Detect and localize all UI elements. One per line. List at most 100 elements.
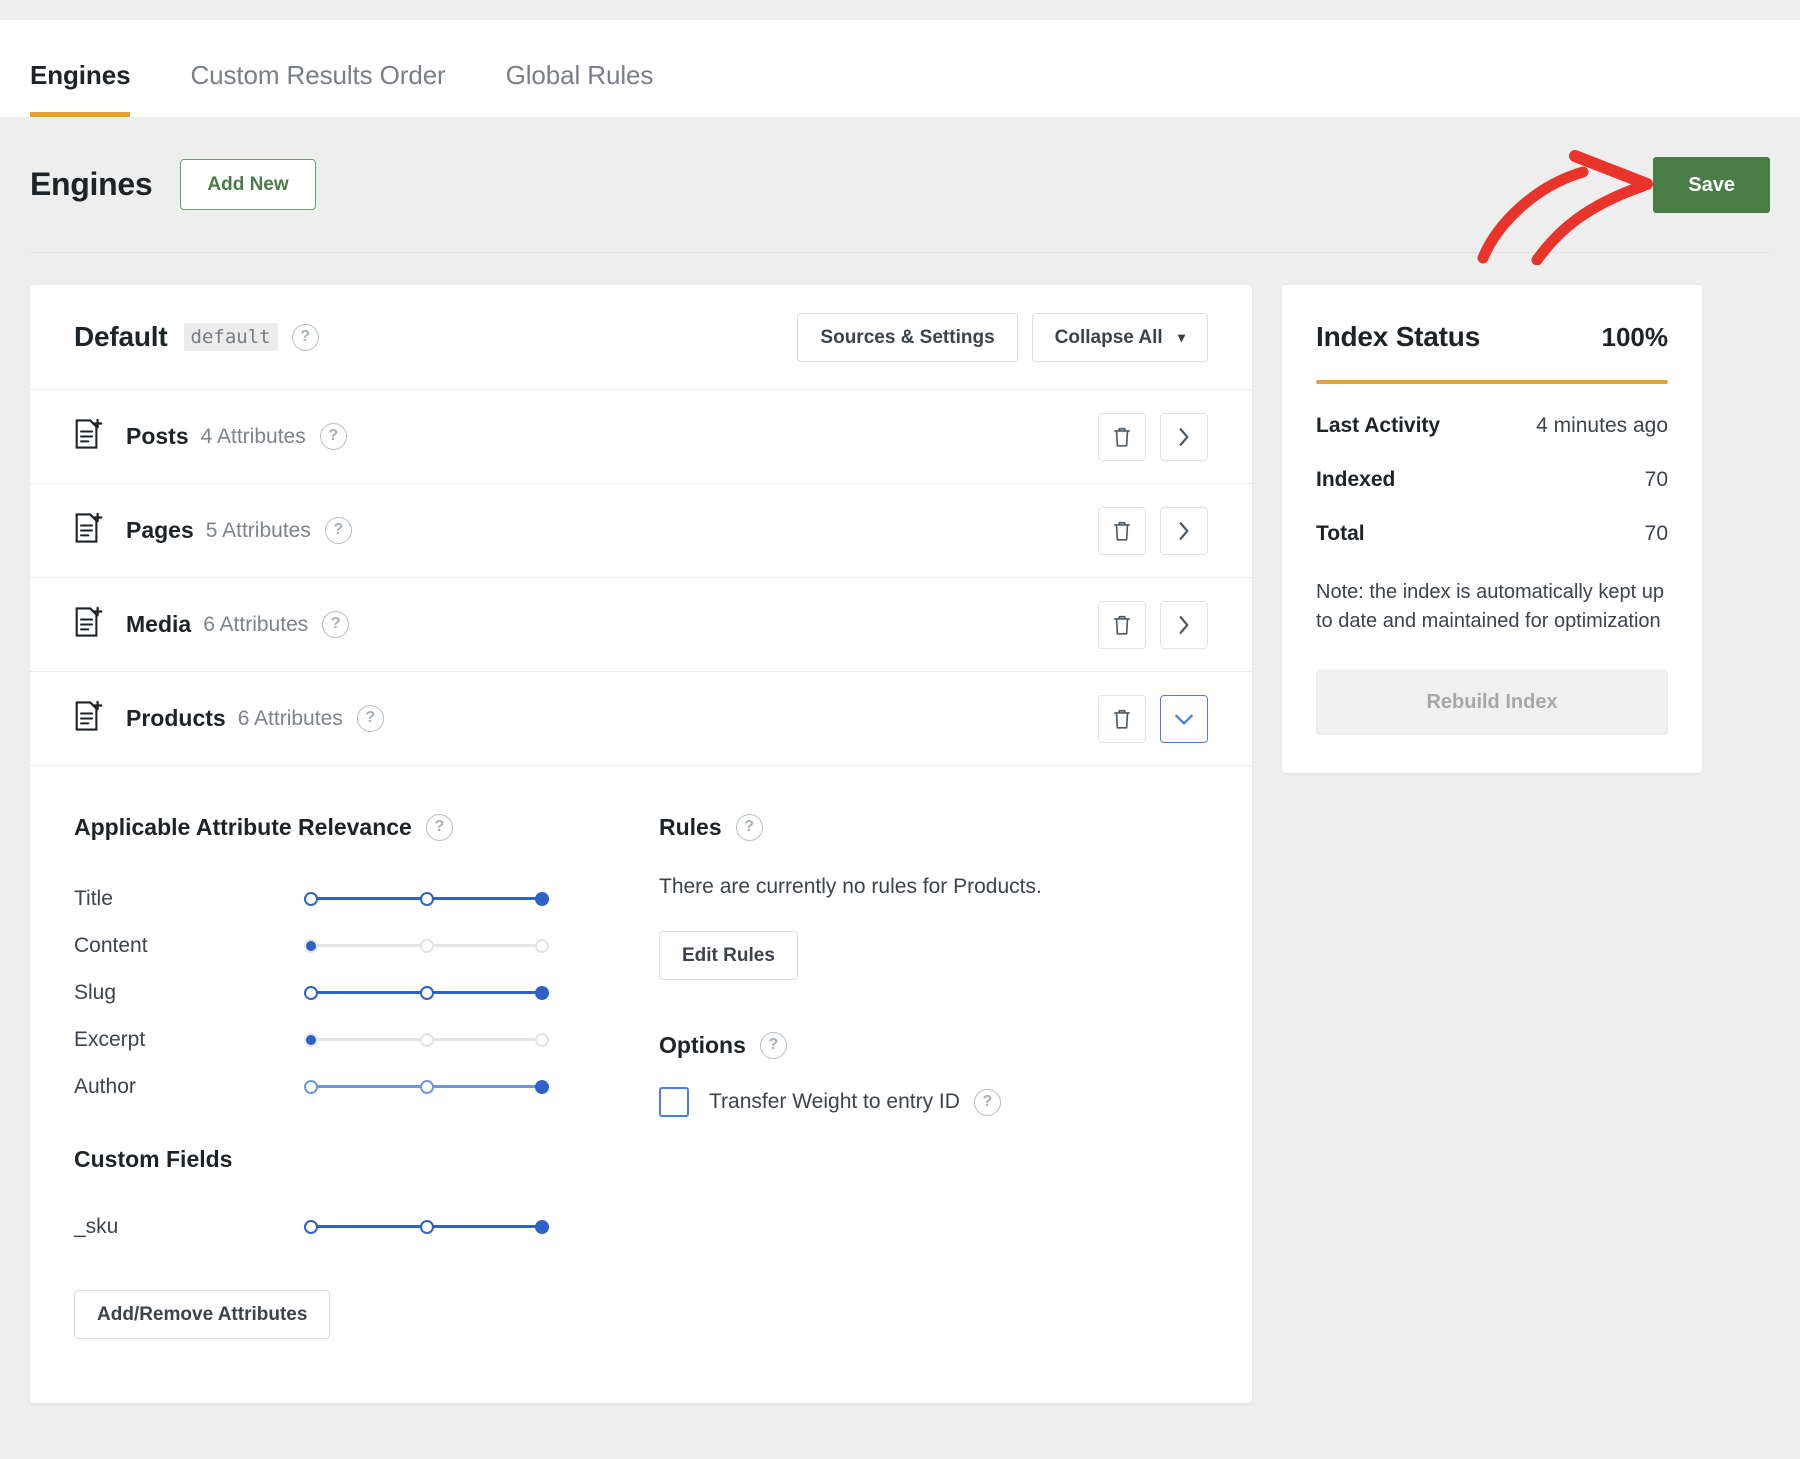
post-type-attributes: 4 Attributes	[200, 424, 306, 448]
expand-button[interactable]	[1160, 506, 1208, 555]
slider-stop-2[interactable]	[535, 938, 549, 953]
index-status-title: Index Status	[1316, 321, 1481, 352]
slider-stop-1[interactable]	[419, 891, 434, 906]
slider-thumb[interactable]	[535, 891, 549, 906]
relevance-slider[interactable]	[304, 1078, 549, 1096]
expand-button[interactable]	[1160, 412, 1208, 461]
table-row[interactable]: Posts 4 Attributes ?	[30, 390, 1252, 484]
slider-thumb[interactable]	[535, 1079, 549, 1094]
slider-stop-1[interactable]	[419, 1079, 434, 1094]
rules-section-title: Rules ?	[659, 814, 1208, 841]
transfer-weight-label: Transfer Weight to entry ID	[709, 1090, 960, 1113]
top-strip	[0, 0, 1800, 20]
slider-stop-1[interactable]	[419, 938, 434, 953]
help-icon[interactable]: ?	[319, 423, 347, 450]
table-row[interactable]: Products 6 Attributes ?	[30, 672, 1252, 766]
slider-thumb[interactable]	[304, 938, 318, 953]
tab-engines[interactable]: Engines	[30, 20, 131, 117]
add-remove-attributes-button[interactable]: Add/Remove Attributes	[74, 1290, 331, 1339]
slider-label: Excerpt	[74, 1027, 146, 1051]
options-section-title: Options ?	[659, 1032, 1208, 1059]
main-tabbar: Engines Custom Results Order Global Rule…	[0, 20, 1800, 117]
slider-stop-0[interactable]	[304, 1079, 318, 1094]
stat-key: Indexed	[1316, 468, 1396, 491]
document-plus-icon	[74, 700, 104, 737]
slider-row-slug: Slug	[74, 969, 619, 1016]
help-icon[interactable]: ?	[425, 814, 453, 841]
table-row[interactable]: Pages 5 Attributes ?	[30, 484, 1252, 578]
engine-name: Default	[74, 321, 168, 352]
relevance-slider[interactable]	[304, 984, 549, 1002]
index-status-header: Index Status 100%	[1316, 321, 1668, 353]
table-row[interactable]: Media 6 Attributes ?	[30, 578, 1252, 672]
slider-thumb[interactable]	[535, 1219, 549, 1234]
stat-key: Total	[1316, 522, 1365, 545]
row-actions	[1098, 506, 1208, 555]
document-plus-icon	[74, 606, 104, 643]
slider-thumb[interactable]	[535, 985, 549, 1000]
relevance-slider[interactable]	[304, 890, 549, 908]
help-icon[interactable]: ?	[291, 323, 319, 351]
products-settings-panel: Applicable Attribute Relevance ? Title C…	[30, 766, 1252, 1399]
tab-custom-results-order[interactable]: Custom Results Order	[190, 20, 445, 117]
tab-custom-results-order-label: Custom Results Order	[190, 60, 446, 90]
row-actions	[1098, 412, 1208, 461]
collapse-all-label: Collapse All	[1054, 326, 1163, 348]
delete-button[interactable]	[1098, 412, 1146, 461]
help-icon[interactable]: ?	[759, 1032, 787, 1059]
custom-field-slider[interactable]	[304, 1218, 549, 1236]
post-type-attributes: 6 Attributes	[203, 612, 309, 636]
index-progress-fill	[1316, 380, 1668, 384]
tab-global-rules[interactable]: Global Rules	[506, 20, 654, 117]
delete-button[interactable]	[1098, 694, 1146, 743]
document-plus-icon	[74, 418, 104, 455]
delete-button[interactable]	[1098, 600, 1146, 649]
slider-stop-1[interactable]	[419, 1219, 434, 1234]
help-icon[interactable]: ?	[973, 1088, 1001, 1116]
document-plus-icon	[74, 512, 104, 549]
transfer-weight-checkbox[interactable]	[659, 1087, 689, 1117]
relevance-slider[interactable]	[304, 1031, 549, 1049]
slider-label: _sku	[74, 1214, 119, 1238]
relevance-section-title: Applicable Attribute Relevance ?	[74, 814, 619, 841]
engine-header-actions: Sources & Settings Collapse All ▾	[797, 312, 1208, 362]
slider-stop-1[interactable]	[419, 985, 434, 1000]
tab-engines-label: Engines	[30, 60, 131, 90]
relevance-slider[interactable]	[304, 937, 549, 955]
page-header: Engines Add New Save	[0, 117, 1800, 252]
stat-value: 70	[1644, 522, 1668, 545]
index-progress-bar	[1316, 380, 1668, 384]
relevance-column: Applicable Attribute Relevance ? Title C…	[74, 814, 619, 1339]
save-button[interactable]: Save	[1653, 156, 1770, 213]
add-new-button[interactable]: Add New	[180, 159, 316, 210]
expand-button[interactable]	[1160, 600, 1208, 649]
stat-value: 4 minutes ago	[1536, 414, 1668, 437]
help-icon[interactable]: ?	[324, 517, 352, 544]
slider-stop-0[interactable]	[304, 891, 318, 906]
slider-row-title: Title	[74, 875, 619, 922]
collapse-button[interactable]	[1160, 694, 1208, 743]
stat-value: 70	[1644, 468, 1668, 491]
delete-button[interactable]	[1098, 506, 1146, 555]
row-actions	[1098, 694, 1208, 743]
slider-label: Content	[74, 933, 148, 957]
rebuild-index-button[interactable]: Rebuild Index	[1316, 670, 1668, 735]
stat-row-total: Total 70	[1316, 522, 1668, 546]
slider-row-excerpt: Excerpt	[74, 1016, 619, 1063]
help-icon[interactable]: ?	[735, 814, 763, 841]
help-icon[interactable]: ?	[356, 705, 384, 732]
collapse-all-button[interactable]: Collapse All ▾	[1031, 312, 1208, 362]
edit-rules-button[interactable]: Edit Rules	[659, 931, 798, 980]
help-icon[interactable]: ?	[322, 611, 350, 638]
slider-stop-1[interactable]	[419, 1032, 434, 1047]
index-status-card: Index Status 100% Last Activity 4 minute…	[1282, 285, 1702, 773]
page-title: Engines	[30, 166, 153, 202]
slider-stop-2[interactable]	[535, 1032, 549, 1047]
slider-row-content: Content	[74, 922, 619, 969]
stat-row-last-activity: Last Activity 4 minutes ago	[1316, 414, 1668, 438]
slider-stop-0[interactable]	[304, 985, 318, 1000]
slider-row-author: Author	[74, 1063, 619, 1110]
slider-thumb[interactable]	[304, 1032, 318, 1047]
slider-stop-0[interactable]	[304, 1219, 318, 1234]
sources-settings-button[interactable]: Sources & Settings	[797, 312, 1018, 362]
